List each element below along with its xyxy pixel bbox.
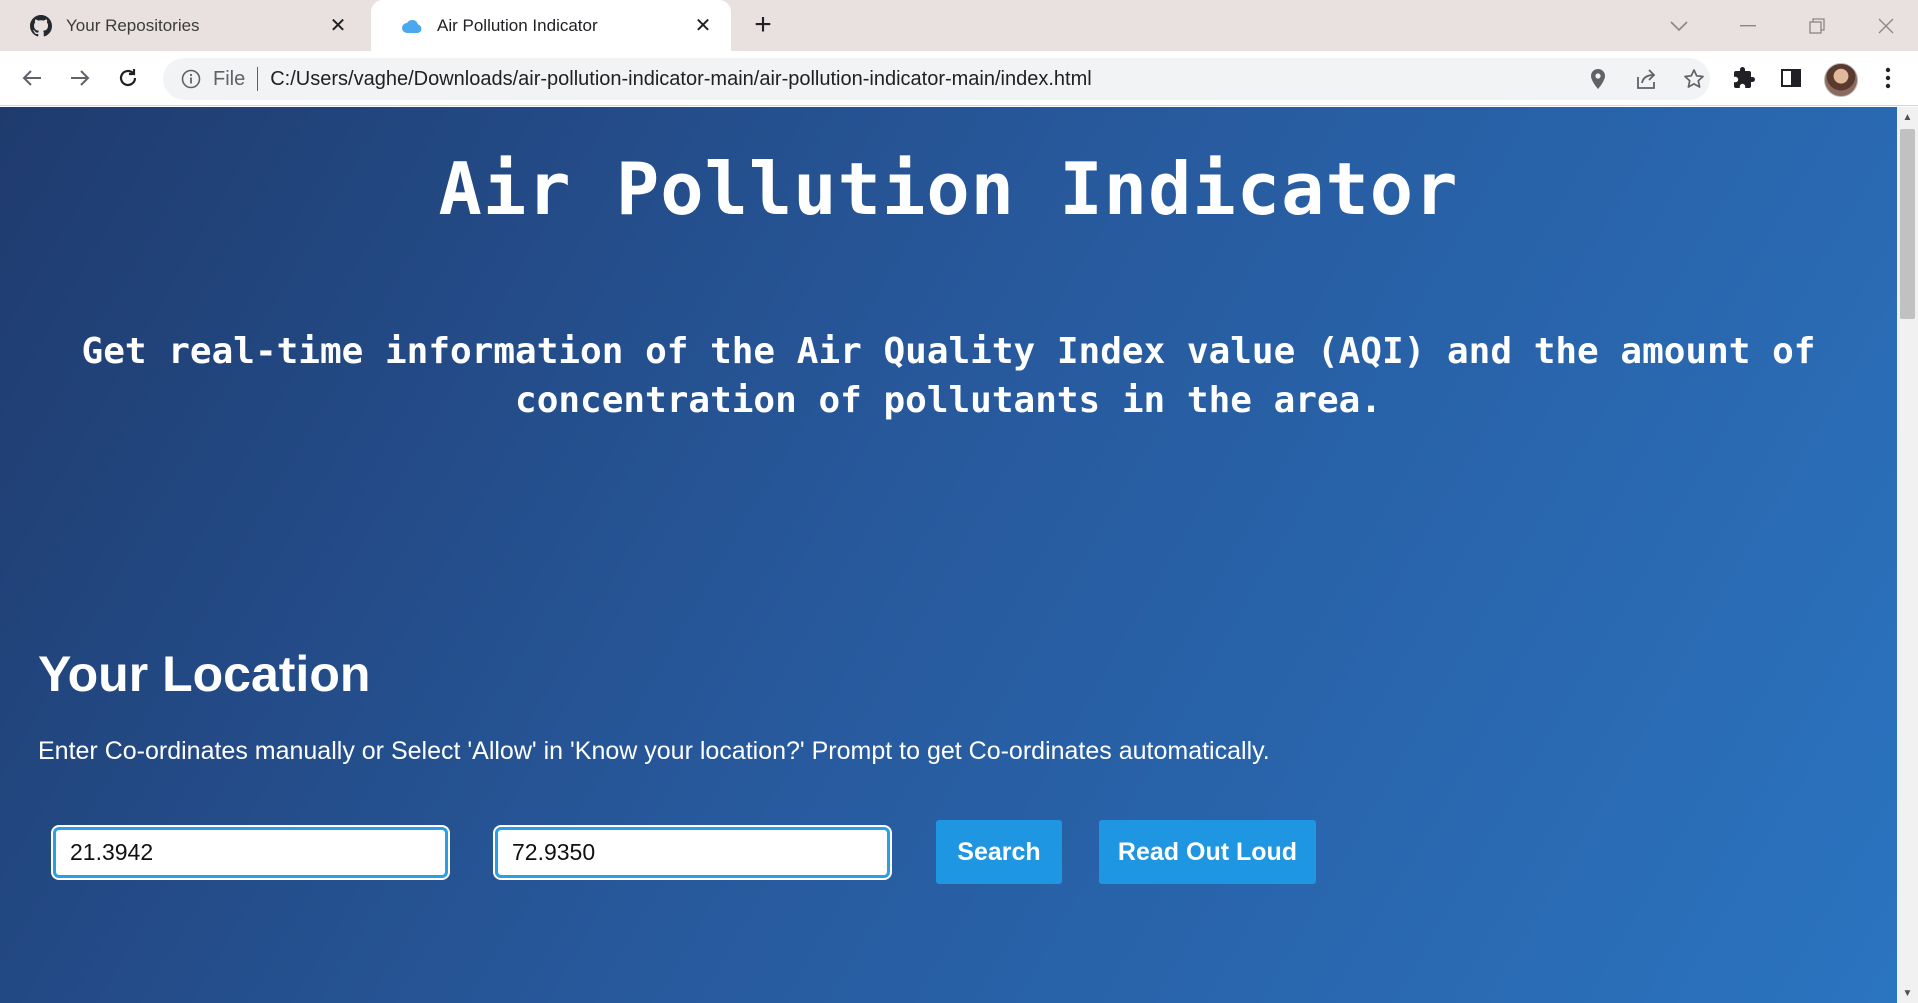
menu-kebab-icon[interactable] [1874, 64, 1902, 92]
github-icon [30, 14, 52, 37]
cloud-icon [401, 15, 423, 37]
tab-air-pollution-indicator[interactable]: Air Pollution Indicator ✕ [371, 0, 731, 51]
share-icon[interactable] [1634, 67, 1658, 91]
url-text[interactable]: C:/Users/vaghe/Downloads/air-pollution-i… [270, 68, 1091, 91]
close-tab-icon[interactable]: ✕ [326, 14, 350, 38]
close-tab-icon[interactable]: ✕ [691, 14, 715, 38]
address-bar[interactable]: File C:/Users/vaghe/Downloads/air-pollut… [163, 58, 1710, 100]
bookmark-star-icon[interactable] [1682, 67, 1706, 91]
browser-toolbar: File C:/Users/vaghe/Downloads/air-pollut… [0, 51, 1918, 106]
side-panel-icon[interactable] [1777, 64, 1805, 92]
scheme-label: File [213, 67, 246, 90]
location-pin-icon[interactable] [1586, 67, 1610, 91]
location-heading: Your Location [38, 646, 371, 702]
subtitle-line-1: Get real-time information of the Air Qua… [81, 331, 1816, 372]
profile-avatar[interactable] [1824, 63, 1858, 97]
info-icon[interactable] [179, 67, 203, 91]
scroll-down-arrow-icon[interactable]: ▼ [1897, 983, 1918, 1003]
extensions-icon[interactable] [1730, 64, 1758, 92]
new-tab-button[interactable]: + [748, 10, 778, 41]
longitude-input[interactable] [495, 827, 890, 878]
tab-strip: Your Repositories ✕ Air Pollution Indica… [0, 0, 1918, 51]
latitude-input[interactable] [53, 827, 448, 878]
scroll-up-arrow-icon[interactable]: ▲ [1897, 107, 1918, 127]
search-button[interactable]: Search [936, 820, 1062, 884]
scroll-thumb[interactable] [1900, 129, 1915, 319]
forward-icon[interactable] [63, 61, 97, 95]
tab-title: Air Pollution Indicator [437, 15, 598, 35]
read-out-loud-button[interactable]: Read Out Loud [1099, 820, 1316, 884]
subtitle-line-2: concentration of pollutants in the area. [515, 380, 1382, 421]
page-subtitle: Get real-time information of the Air Qua… [30, 327, 1867, 425]
tab-title: Your Repositories [66, 15, 200, 35]
restore-icon[interactable] [1797, 12, 1837, 40]
tab-search-icon[interactable] [1659, 12, 1699, 40]
page-title: Air Pollution Indicator [438, 147, 1459, 231]
minimize-icon[interactable] [1728, 12, 1768, 40]
address-separator [257, 67, 259, 91]
back-icon[interactable] [15, 61, 49, 95]
tab-your-repositories[interactable]: Your Repositories ✕ [0, 0, 366, 51]
vertical-scrollbar[interactable]: ▲ ▼ [1897, 107, 1918, 1003]
location-description: Enter Co-ordinates manually or Select 'A… [38, 737, 1270, 765]
close-window-icon[interactable] [1866, 12, 1906, 40]
reload-icon[interactable] [111, 61, 145, 95]
